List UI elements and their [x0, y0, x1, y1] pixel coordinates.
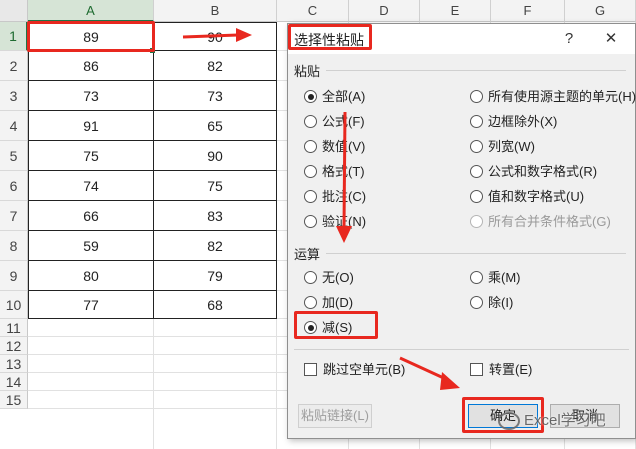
annotation-arrows	[182, 28, 460, 390]
watermark: Excel学习吧	[498, 409, 606, 431]
arrow-head-1	[236, 28, 252, 42]
arrow-head-3	[440, 372, 460, 390]
watermark-text: Excel学习吧	[524, 412, 606, 429]
arrow-to-operation	[342, 111, 347, 229]
arrow-head-2	[336, 226, 352, 243]
arrow-to-dialog	[182, 33, 239, 39]
arrow-to-ok	[399, 356, 449, 382]
wechat-icon	[498, 412, 520, 431]
